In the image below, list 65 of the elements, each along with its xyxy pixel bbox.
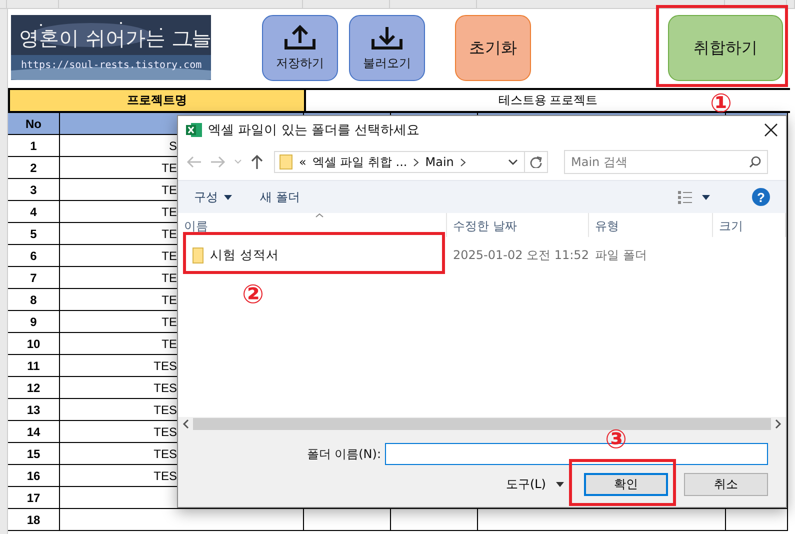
search-field[interactable]: Main 검색 xyxy=(564,150,768,174)
table-cell: 10 xyxy=(8,333,60,355)
table-cell: 18 xyxy=(8,509,60,531)
overflow-chevron[interactable]: « xyxy=(299,155,306,169)
scroll-left-icon[interactable] xyxy=(182,419,189,429)
table-cell: 13 xyxy=(8,399,60,421)
table-cell: 프로젝트명 xyxy=(10,90,306,111)
save-button[interactable]: 저장하기 xyxy=(262,15,338,81)
upload-icon xyxy=(283,24,317,50)
table-cell: 7 xyxy=(8,267,60,289)
search-icon[interactable] xyxy=(749,156,761,168)
caret-icon xyxy=(556,482,564,487)
column-header[interactable]: 크기 xyxy=(713,213,786,237)
ok-button[interactable]: 확인 xyxy=(584,473,668,496)
folder-icon xyxy=(192,246,204,264)
file-date: 2025-01-02 오전 11:52 xyxy=(452,246,589,264)
help-button[interactable]: ? xyxy=(752,188,770,206)
sort-caret-icon xyxy=(315,213,324,218)
column-header[interactable]: 수정한 날짜 xyxy=(447,213,589,237)
close-icon[interactable] xyxy=(764,123,778,137)
field-label: 폴더 이름(N): xyxy=(306,446,381,462)
sheet-button[interactable]: 취합하기 xyxy=(668,15,783,81)
file-type: 파일 폴더 xyxy=(594,246,648,264)
table-cell: 9 xyxy=(8,311,60,333)
sheet-button[interactable]: 초기화 xyxy=(455,15,531,81)
table-cell xyxy=(726,509,788,531)
breadcrumb-item[interactable]: Main xyxy=(425,155,454,169)
column-header: No xyxy=(8,113,60,135)
chevron-down-icon[interactable] xyxy=(508,159,518,165)
scroll-right-icon[interactable] xyxy=(775,419,782,429)
table-cell: 16 xyxy=(8,465,60,487)
column-header[interactable]: 유형 xyxy=(589,213,713,237)
table-cell: 15 xyxy=(8,443,60,465)
table-cell: 12 xyxy=(8,377,60,399)
table-cell: 11 xyxy=(8,355,60,377)
search-placeholder: Main 검색 xyxy=(571,154,628,170)
table-cell: 2 xyxy=(8,157,60,179)
table-cell: 3 xyxy=(8,179,60,201)
table-cell: 8 xyxy=(8,289,60,311)
caret-icon xyxy=(224,194,232,200)
column-header[interactable]: 이름 xyxy=(178,213,447,237)
banner-url: https://soul-rests.tistory.com xyxy=(21,60,202,71)
chevron-right-icon[interactable] xyxy=(413,158,420,166)
spreadsheet-icon xyxy=(186,122,202,138)
table-cell: 5 xyxy=(8,223,60,245)
download-icon xyxy=(370,24,404,50)
table-cell: 1 xyxy=(8,135,60,157)
cancel-button[interactable]: 취소 xyxy=(684,473,768,496)
table-cell: 4 xyxy=(8,201,60,223)
table-cell: 14 xyxy=(8,421,60,443)
folder-icon xyxy=(279,154,293,170)
chevron-right-icon[interactable] xyxy=(460,158,466,166)
tools-button[interactable]: 도구(L) xyxy=(506,476,564,493)
file-name[interactable]: 시험 성적서 xyxy=(210,246,279,264)
banner-title: 영혼이 쉬어가는 그늘 xyxy=(19,25,211,52)
table-cell: 17 xyxy=(8,487,60,509)
breadcrumb-item[interactable]: 엑셀 파일 취합 ... xyxy=(312,154,408,170)
load-button[interactable]: 불러오기 xyxy=(349,15,425,81)
table-cell: 테스트용 프로젝트 xyxy=(498,92,598,109)
caret-icon[interactable] xyxy=(702,194,710,200)
up-arrow-icon[interactable] xyxy=(250,154,264,170)
list-view-icon[interactable] xyxy=(678,190,692,204)
refresh-icon[interactable] xyxy=(530,156,542,168)
table-cell: 6 xyxy=(8,245,60,267)
scrollbar-thumb[interactable] xyxy=(193,418,771,430)
